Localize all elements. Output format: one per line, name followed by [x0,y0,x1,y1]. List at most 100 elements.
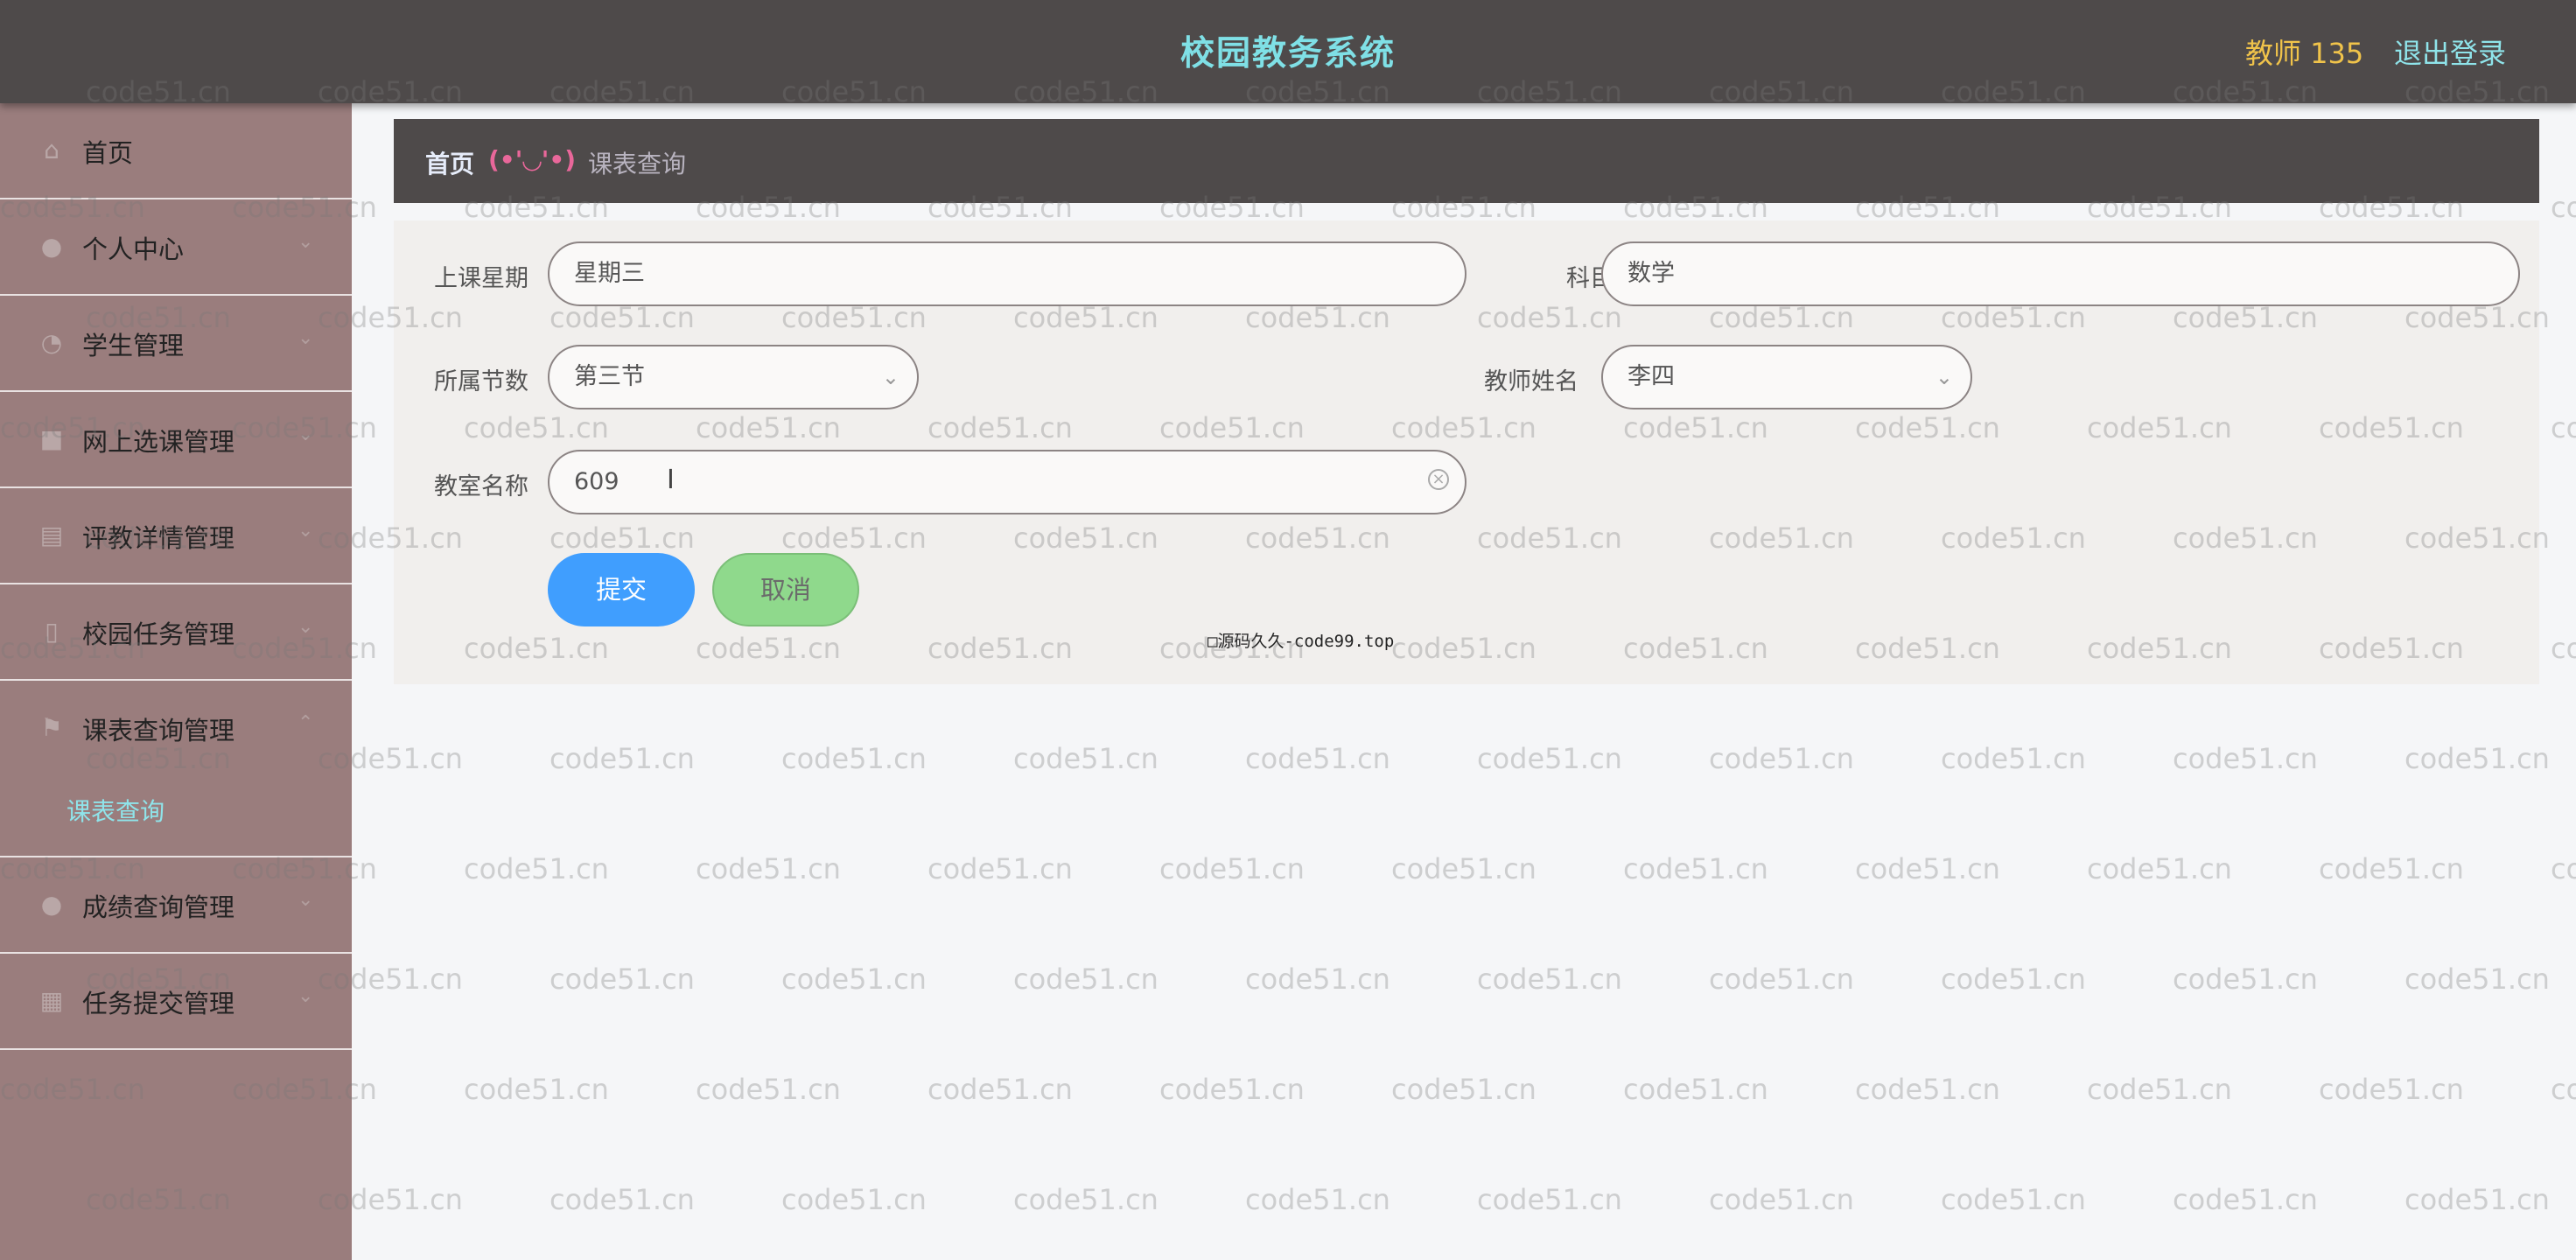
sidebar-item-grades[interactable]: ● 成绩查询管理 ⌄ [0,858,352,954]
watermark-text: code51.cn [781,962,927,996]
flag-icon: ⚑ [40,713,63,742]
sidebar-subitem-schedule-query[interactable]: 课表查询 [66,793,164,828]
room-value: 609 [574,468,620,495]
sidebar-item-task-submission[interactable]: ▦ 任务提交管理 ⌄ [0,954,352,1050]
watermark-text: code51.cn [928,852,1073,886]
sidebar-item-label: 校园任务管理 [82,620,235,649]
home-icon: ⌂ [44,136,60,164]
watermark-text: code51.cn [464,1073,609,1106]
watermark-text: code51.cn [2319,1073,2464,1106]
clipboard-icon: ▤ [39,521,64,550]
period-select[interactable]: 第三节 ⌄ [548,345,919,410]
sidebar-item-schedule[interactable]: ⚑ 课表查询管理 ⌃ [0,681,352,858]
sidebar-item-label: 网上选课管理 [82,427,235,457]
submit-button[interactable]: 提交 [548,553,695,626]
grid-icon: ▦ [39,986,64,1015]
watermark-text: code51.cn [1013,1183,1158,1216]
watermark-text: code51.cn [696,1073,841,1106]
watermark-text: code51.cn [1159,1073,1305,1106]
watermark-text: code51.cn [928,1073,1073,1106]
chevron-down-icon: ⌄ [298,520,314,542]
period-label: 所属节数 [434,368,528,396]
watermark-text: code51.cn [1709,962,1854,996]
chevron-up-icon: ⌃ [298,712,314,734]
watermark-text: code51.cn [1623,1073,1768,1106]
breadcrumb-current: 课表查询 [588,150,687,178]
watermark-text: code51.cn [2173,962,2318,996]
app-title: 校园教务系统 [1180,34,1396,74]
watermark-text: code51.cn [2404,962,2550,996]
sidebar-item-label: 任务提交管理 [82,989,235,1018]
sidebar-item-campus-tasks[interactable]: ▯ 校园任务管理 ⌄ [0,584,352,681]
watermark-text: code51.cn [1391,1073,1536,1106]
teacher-select[interactable]: 李四 ⌄ [1601,345,1972,410]
top-header: 校园教务系统 教师 135 退出登录 [0,0,2576,103]
clear-icon[interactable]: × [1428,469,1449,490]
user-icon: ● [40,232,63,261]
chevron-down-icon: ⌄ [298,231,314,253]
watermark-text: code51.cn [1941,1183,2086,1216]
cancel-button[interactable]: 取消 [712,553,859,626]
video-icon: ■ [39,424,64,453]
watermark-text: code51.cn [1855,852,2000,886]
schedule-form: 上课星期 星期三 科目 数学 所属节数 第三节 ⌄ 教师姓名 李四 ⌄ 教室名称… [394,220,2539,684]
watermark-text: code51.cn [1245,962,1390,996]
watermark-text: code51.cn [1709,1183,1854,1216]
watermark-text: code51.cn [1159,852,1305,886]
watermark-text: code51.cn [1245,742,1390,775]
subject-field[interactable]: 数学 [1601,242,2520,306]
watermark-text: code51.cn [1245,1183,1390,1216]
weekday-label: 上课星期 [434,265,528,292]
sidebar-item-personal-center[interactable]: ● 个人中心 ⌄ [0,200,352,296]
watermark-text: code51.cn [1623,852,1768,886]
source-note: □源码久久-code99.top [1208,632,1395,651]
document-icon: ▯ [45,617,59,646]
watermark-text: code51.cn [2551,411,2576,444]
breadcrumb-separator: (•'◡'•) [488,145,577,174]
logout-link[interactable]: 退出登录 [2394,32,2506,72]
watermark-text: code51.cn [1013,962,1158,996]
room-input[interactable]: 609 I × [548,450,1466,514]
user-icon: ● [40,890,63,919]
watermark-text: code51.cn [550,962,695,996]
sidebar: ⌂ 首页 ● 个人中心 ⌄ ◔ 学生管理 ⌄ ■ 网上选课管理 ⌄ ▤ 评教详情… [0,103,352,1260]
subject-label: 科目 [1566,265,1614,292]
chevron-down-icon: ⌄ [298,616,314,638]
chevron-down-icon: ⌄ [881,365,900,389]
sidebar-item-label: 学生管理 [82,331,185,360]
sidebar-item-label: 个人中心 [82,234,185,264]
watermark-text: code51.cn [2551,852,2576,886]
clock-icon: ◔ [40,328,63,357]
period-value: 第三节 [574,363,645,390]
sidebar-item-course-selection[interactable]: ■ 网上选课管理 ⌄ [0,392,352,488]
breadcrumb-home[interactable]: 首页 [425,145,474,180]
weekday-field[interactable]: 星期三 [548,242,1466,306]
watermark-text: code51.cn [1013,742,1158,775]
breadcrumb: 首页 (•'◡'•) 课表查询 [394,119,2539,203]
watermark-text: code51.cn [1855,1073,2000,1106]
chevron-down-icon: ⌄ [298,424,314,445]
chevron-down-icon: ⌄ [298,889,314,911]
sidebar-item-evaluation[interactable]: ▤ 评教详情管理 ⌄ [0,488,352,584]
watermark-text: code51.cn [2087,852,2232,886]
sidebar-item-label: 课表查询管理 [82,716,235,746]
watermark-text: code51.cn [550,1183,695,1216]
watermark-text: code51.cn [1477,962,1622,996]
watermark-text: code51.cn [2173,1183,2318,1216]
sidebar-item-student-management[interactable]: ◔ 学生管理 ⌄ [0,296,352,392]
sidebar-item-label: 成绩查询管理 [82,892,235,922]
watermark-text: code51.cn [2404,1183,2550,1216]
sidebar-item-home[interactable]: ⌂ 首页 [0,103,352,200]
watermark-text: code51.cn [2551,191,2576,224]
watermark-text: code51.cn [464,852,609,886]
watermark-text: code51.cn [1477,1183,1622,1216]
sidebar-item-label: 首页 [82,138,134,168]
watermark-text: code51.cn [2551,632,2576,665]
watermark-text: code51.cn [781,742,927,775]
watermark-text: code51.cn [781,1183,927,1216]
watermark-text: code51.cn [696,852,841,886]
teacher-value: 李四 [1628,363,1675,390]
current-user: 教师 135 [2245,37,2364,70]
sidebar-item-label: 评教详情管理 [82,523,235,553]
teacher-label: 教师姓名 [1484,368,1578,396]
